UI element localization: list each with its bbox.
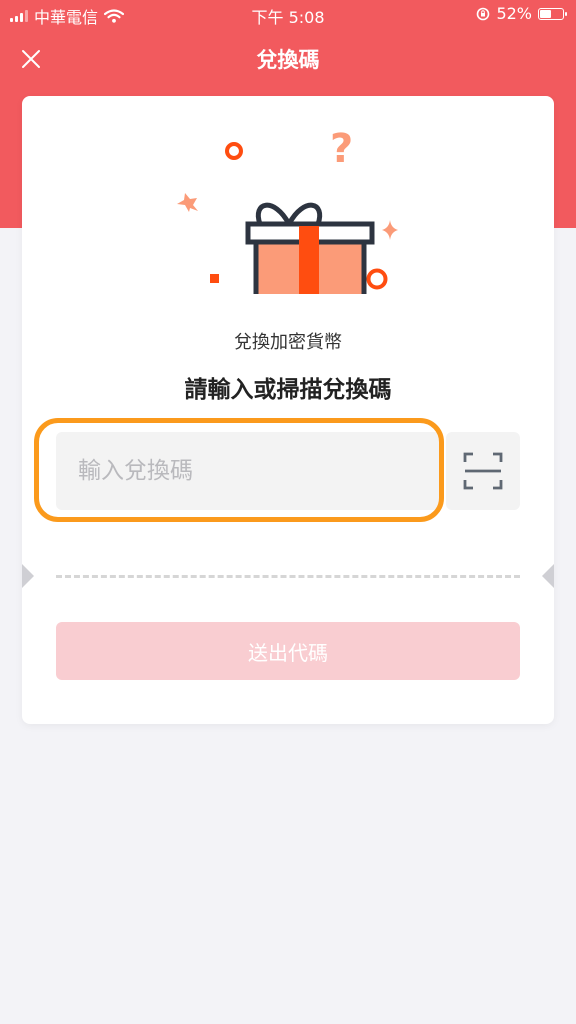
divider-notch-left (22, 564, 34, 588)
gift-box-icon (245, 202, 375, 294)
decor-square (210, 274, 219, 283)
sparkle-right-icon (382, 220, 398, 240)
status-right: 52% (476, 4, 567, 23)
scan-icon (463, 452, 503, 490)
redeem-code-input[interactable] (56, 432, 442, 510)
divider-notch-right (542, 564, 554, 588)
decor-circle-right (366, 268, 388, 290)
heading: 請輸入或掃描兌換碼 (184, 377, 392, 403)
battery-fill (540, 9, 551, 18)
orientation-lock-icon (477, 7, 490, 20)
page-title: 兌換碼 (256, 48, 320, 72)
dashed-divider (56, 575, 520, 578)
gift-illustration: ? (177, 126, 398, 294)
subtitle: 兌換加密貨幣 (234, 332, 342, 353)
question-mark-icon: ? (330, 126, 353, 172)
sparkle-left-icon (177, 193, 198, 212)
decor-circle-top (225, 142, 243, 160)
submit-code-button[interactable]: 送出代碼 (56, 622, 520, 680)
nav-bar: 兌換碼 (0, 36, 576, 82)
redeem-card: ? 兌換加密貨幣 請輸入或掃描兌換碼 送出代碼 (22, 96, 554, 724)
code-input-container (56, 432, 442, 510)
status-bar: 中華電信 下午 5:08 52% (0, 0, 576, 30)
battery-icon (538, 7, 567, 20)
battery-percent: 52% (496, 4, 532, 23)
scan-button[interactable] (446, 432, 520, 510)
